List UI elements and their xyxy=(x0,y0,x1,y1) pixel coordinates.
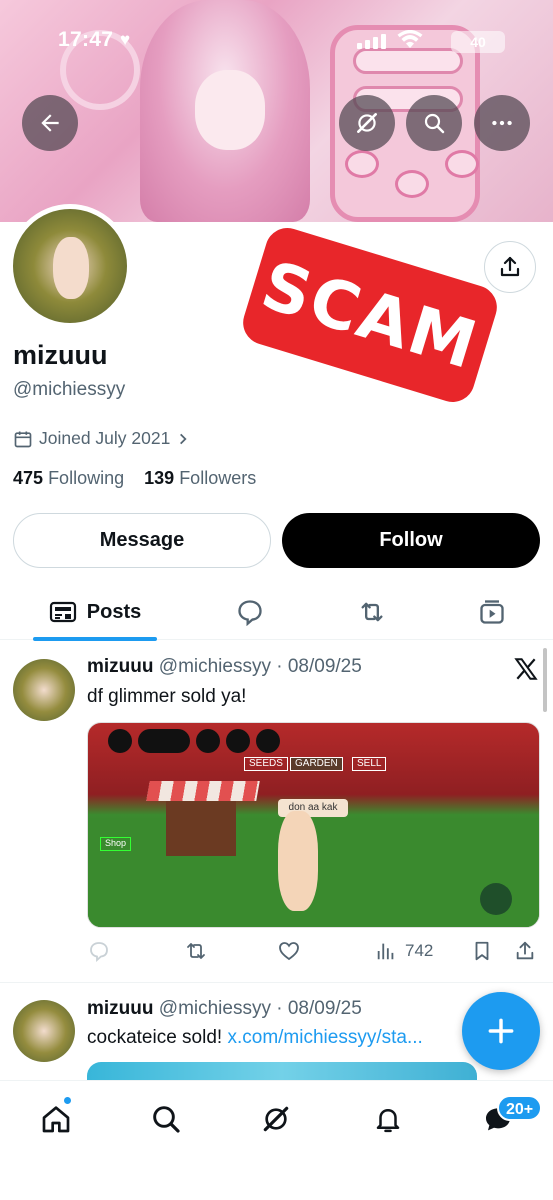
post-avatar[interactable] xyxy=(13,1000,75,1062)
posts-icon xyxy=(49,601,76,623)
following-label: Following xyxy=(48,468,125,488)
followers-count: 139 xyxy=(144,468,175,488)
repost-icon xyxy=(187,943,205,959)
battery-indicator: 40 xyxy=(451,31,505,53)
analytics-icon xyxy=(377,943,394,960)
follow-button[interactable]: Follow xyxy=(282,513,540,568)
share-button[interactable] xyxy=(484,241,536,293)
bottom-navigation: 20+ xyxy=(0,1080,553,1200)
signal-icon xyxy=(357,34,387,49)
media-garden-label: GARDEN xyxy=(290,757,343,771)
banner-character-face xyxy=(195,70,265,150)
tab-posts-label: Posts xyxy=(86,600,142,623)
following-link[interactable]: 475 Following xyxy=(13,468,124,488)
back-arrow-icon xyxy=(41,114,59,132)
tab-media[interactable] xyxy=(472,584,512,640)
views-count: 742 xyxy=(405,941,434,960)
nav-home[interactable] xyxy=(36,1099,76,1139)
status-time: 17:47 xyxy=(58,28,114,51)
x-logo-icon[interactable] xyxy=(513,656,539,682)
media-sell-label: SELL xyxy=(352,757,387,771)
media-seeds-label: SEEDS xyxy=(244,757,288,771)
bookmark-action[interactable] xyxy=(471,936,493,966)
post-media-image[interactable]: SEEDS GARDEN SELL Shop don aa kak xyxy=(87,722,540,928)
profile-handle: @michiessyy xyxy=(13,379,126,400)
calendar-icon xyxy=(14,431,32,447)
post-divider xyxy=(0,982,553,983)
wifi-icon xyxy=(397,30,423,48)
bookmark-icon xyxy=(475,941,489,961)
repost-icon xyxy=(361,602,383,622)
tab-reposts[interactable] xyxy=(352,584,392,640)
post-meta: @michiessyy · 08/09/25 xyxy=(158,656,362,677)
grok-icon xyxy=(357,113,377,133)
search-icon xyxy=(424,113,445,134)
scam-sticker: SCAM xyxy=(237,222,503,408)
plus-icon xyxy=(488,1018,514,1044)
like-action[interactable] xyxy=(277,936,301,966)
post-text-body: cockateice sold! xyxy=(87,1027,228,1048)
post-meta: @michiessyy · 08/09/25 xyxy=(158,998,362,1019)
post-text: cockateice sold! x.com/michiessyy/sta... xyxy=(87,1027,423,1049)
grok-button[interactable] xyxy=(339,95,395,151)
more-button[interactable] xyxy=(474,95,530,151)
media-player-figure xyxy=(278,811,318,911)
media-stall-body xyxy=(166,801,236,856)
back-button[interactable] xyxy=(22,95,78,151)
search-icon xyxy=(153,1106,180,1133)
reply-action[interactable] xyxy=(87,936,111,966)
nav-search[interactable] xyxy=(146,1099,186,1139)
heart-icon: ♥ xyxy=(120,30,131,49)
heart-icon xyxy=(279,942,299,961)
views-action[interactable]: 742 xyxy=(375,936,433,966)
profile-name: mizuuu xyxy=(13,340,108,370)
more-icon xyxy=(492,120,512,126)
grok-icon xyxy=(263,1106,289,1132)
home-notification-dot xyxy=(63,1096,72,1105)
post-avatar[interactable] xyxy=(13,659,75,721)
tab-replies[interactable] xyxy=(230,584,270,640)
bell-icon xyxy=(376,1109,400,1133)
chevron-right-icon xyxy=(180,433,187,444)
compose-button[interactable] xyxy=(462,992,540,1070)
media-shop-label: Shop xyxy=(100,837,132,851)
reply-icon xyxy=(238,600,262,626)
media-corner-button xyxy=(480,883,512,915)
home-icon xyxy=(42,1106,70,1133)
video-icon xyxy=(480,600,504,624)
followers-link[interactable]: 139 Followers xyxy=(144,468,256,488)
post-text: df glimmer sold ya! xyxy=(87,686,247,707)
message-button[interactable]: Message xyxy=(13,513,271,568)
post-header: mizuuu @michiessyy · 08/09/25 xyxy=(87,656,362,678)
follow-stats: 475 Following 139 Followers xyxy=(13,468,256,489)
search-button[interactable] xyxy=(406,95,462,151)
post-link[interactable]: x.com/michiessyy/sta... xyxy=(227,1027,422,1048)
joined-label: Joined July 2021 xyxy=(39,428,171,448)
following-count: 475 xyxy=(13,468,44,488)
post-author: mizuuu xyxy=(87,656,154,677)
repost-action[interactable] xyxy=(183,936,209,966)
media-game-toolbar xyxy=(108,729,280,753)
post-author: mizuuu xyxy=(87,998,154,1019)
media-stall xyxy=(146,781,260,801)
nav-grok[interactable] xyxy=(256,1099,296,1139)
scrollbar[interactable] xyxy=(543,648,547,712)
profile-tabs: Posts xyxy=(0,584,553,641)
post-actions: 742 xyxy=(87,936,540,966)
nav-notifications[interactable] xyxy=(368,1099,408,1139)
share-action[interactable] xyxy=(514,936,536,966)
followers-label: Followers xyxy=(179,468,257,488)
active-tab-indicator xyxy=(33,637,157,641)
status-bar: 17:47 ♥ 40 xyxy=(58,28,505,56)
avatar-figure xyxy=(53,237,89,299)
reply-icon xyxy=(90,942,108,962)
messages-badge: 20+ xyxy=(497,1095,543,1121)
post-header: mizuuu @michiessyy · 08/09/25 xyxy=(87,998,362,1020)
tab-posts[interactable]: Posts xyxy=(33,584,157,640)
share-icon xyxy=(500,256,520,277)
profile-avatar[interactable] xyxy=(8,204,132,328)
joined-date[interactable]: Joined July 2021 xyxy=(13,428,190,449)
share-icon xyxy=(516,941,534,960)
